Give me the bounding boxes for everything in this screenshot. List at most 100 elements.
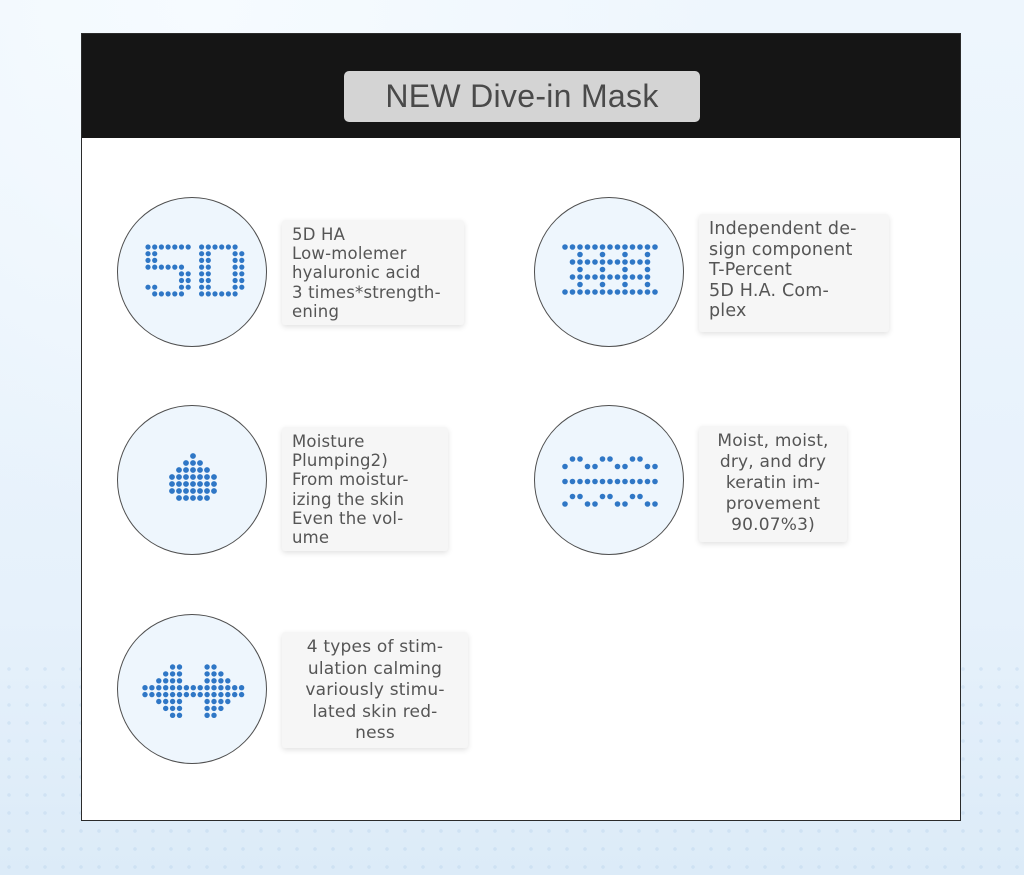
5d-dot — [152, 244, 158, 250]
arrow-dot — [211, 671, 217, 677]
layer-dot — [584, 289, 591, 295]
wave-dot — [584, 501, 591, 507]
wave-dot — [562, 478, 568, 485]
calming-arrows-dot-icon — [142, 664, 245, 718]
5d-dot — [232, 251, 238, 257]
5d-dot — [205, 271, 211, 277]
drop-dot — [190, 474, 196, 480]
layer-dot — [584, 244, 591, 250]
5d-dot — [172, 291, 178, 297]
arrow-dot — [156, 698, 162, 705]
wave-dot — [599, 493, 606, 500]
layer-dot — [637, 259, 643, 265]
wave-dot — [614, 501, 621, 507]
layer-dot — [562, 244, 568, 250]
drop-dot — [169, 488, 175, 494]
drop-dot — [211, 488, 217, 494]
arrow-dot — [211, 691, 217, 698]
feature-icon-circle-3 — [117, 405, 267, 555]
arrow-dot — [176, 698, 183, 705]
layer-dot — [592, 274, 598, 280]
drop-dot — [183, 481, 189, 487]
arrow-dot — [169, 685, 176, 691]
5d-dot — [239, 251, 245, 257]
5d-dot — [205, 264, 211, 270]
layer-dot — [599, 274, 606, 280]
5d-dot — [199, 291, 205, 297]
feature-icon-circle-1 — [117, 197, 267, 347]
5d-dot — [232, 264, 238, 270]
arrow-dot — [176, 691, 183, 698]
arrow-dot — [225, 691, 231, 698]
arrow-dot — [169, 705, 176, 712]
layer-dot — [644, 281, 651, 288]
wave-dot — [622, 478, 628, 485]
feature-icon-circle-5 — [117, 614, 267, 764]
feature-5-line-1: 4 types of stim- — [306, 637, 444, 657]
5d-dot — [178, 291, 185, 297]
drop-dot — [204, 495, 210, 501]
layer-dot — [614, 259, 621, 265]
layer-dot — [637, 244, 643, 250]
drop-dot — [169, 481, 175, 487]
wave-dot — [562, 463, 568, 470]
arrow-dot — [211, 678, 217, 684]
layer-dot — [652, 289, 658, 295]
5d-dot — [185, 277, 191, 284]
5d-dot — [219, 291, 225, 297]
drop-dot — [204, 488, 210, 494]
layer-dot — [599, 289, 606, 295]
drop-dot — [190, 460, 196, 466]
arrow-dot — [218, 678, 224, 684]
arrow-dot — [232, 685, 238, 691]
arrow-dot — [163, 698, 169, 705]
5d-dot — [232, 257, 238, 263]
wave-dot — [652, 478, 658, 485]
5d-dot — [212, 291, 218, 297]
arrow-dot — [156, 685, 162, 691]
arrow-dot — [232, 691, 238, 698]
5d-dot — [158, 244, 164, 250]
wave-dot — [584, 478, 591, 485]
layer-dot — [577, 259, 583, 265]
arrow-dot — [169, 698, 176, 705]
arrow-dot — [190, 685, 196, 691]
arrow-dot — [142, 685, 148, 691]
5d-dot — [165, 244, 171, 250]
5d-dot — [178, 271, 185, 277]
wave-dot — [592, 478, 598, 485]
arrow-dot — [149, 685, 155, 691]
arrow-dot — [225, 698, 231, 705]
layer-dot — [614, 274, 621, 280]
arrow-dot — [197, 691, 203, 698]
5d-dot — [239, 257, 245, 263]
wave-dot — [562, 501, 568, 507]
arrow-dot — [204, 685, 210, 691]
feature-2-line-1: Independent de- — [709, 219, 857, 239]
drop-dot — [211, 481, 217, 487]
wave-dot — [652, 501, 658, 507]
drop-dot — [183, 495, 189, 501]
5d-dot — [178, 277, 185, 284]
layer-dot — [622, 266, 628, 273]
feature-2-line-2: sign component — [709, 239, 853, 260]
arrow-dot — [176, 712, 183, 718]
feature-4-line-2: dry, and dry — [719, 452, 827, 472]
layer-dot — [629, 259, 636, 265]
layer-dot — [562, 289, 568, 295]
drop-dot — [190, 488, 196, 494]
arrow-dot — [176, 671, 183, 677]
layer-dot — [599, 266, 606, 273]
layer-dot — [569, 274, 576, 280]
5d-dot — [185, 271, 191, 277]
drop-dot — [176, 488, 182, 494]
arrow-dot — [163, 678, 169, 684]
feature-card-2: Independent de- sign component T-Percent… — [699, 214, 889, 332]
feature-1-line-1: 5D HA — [292, 225, 346, 244]
arrow-dot — [204, 691, 210, 698]
drop-dot — [204, 467, 210, 473]
5d-dot — [178, 264, 185, 270]
5d-dot — [152, 284, 158, 290]
drop-dot — [183, 460, 189, 466]
feature-2-line-5: plex — [709, 301, 747, 321]
